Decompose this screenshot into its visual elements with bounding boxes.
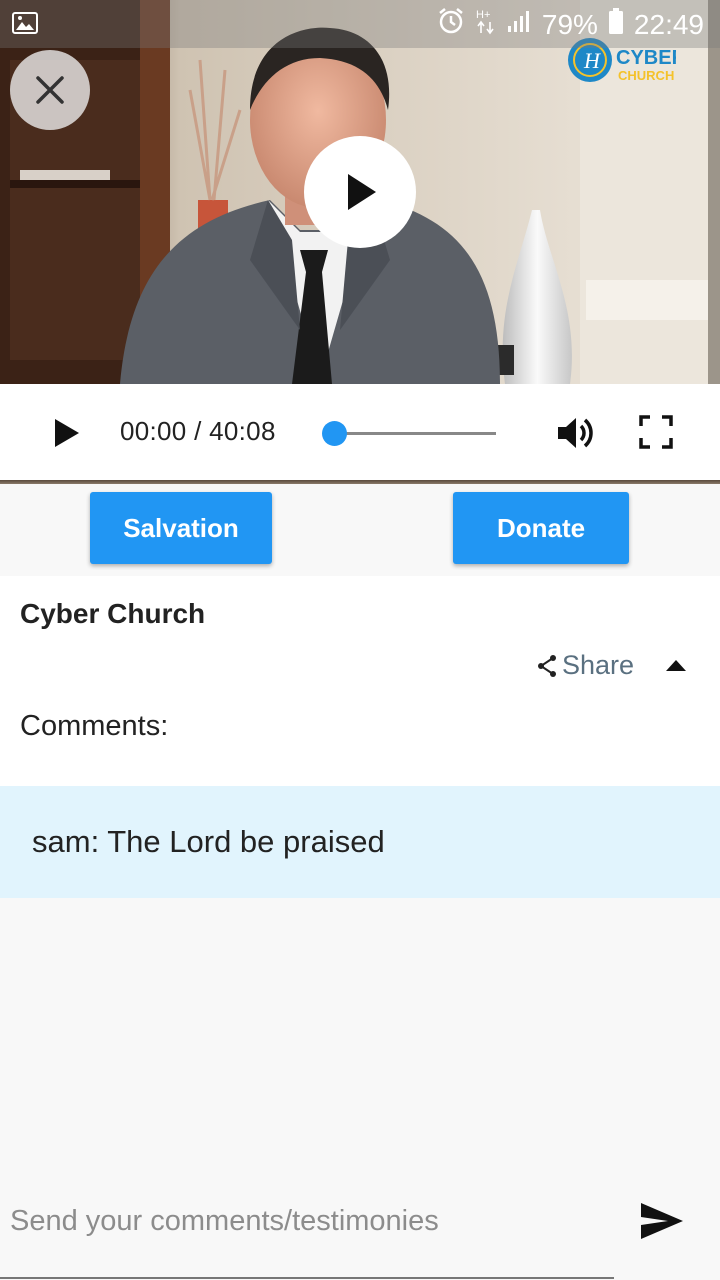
battery-icon	[608, 7, 624, 42]
fullscreen-button[interactable]	[638, 414, 674, 450]
play-icon	[348, 174, 376, 210]
hplus-data-icon: H+	[476, 7, 496, 42]
input-underline	[0, 1277, 614, 1279]
battery-percent: 79%	[541, 8, 598, 40]
share-button[interactable]: Share	[536, 650, 634, 681]
channel-name: Cyber Church	[20, 598, 206, 629]
play-overlay-button[interactable]	[304, 136, 416, 248]
image-icon	[12, 10, 38, 42]
seek-bar[interactable]	[334, 432, 496, 435]
share-icon	[538, 654, 556, 677]
comments-heading: Comments:	[20, 710, 169, 742]
fullscreen-icon	[639, 415, 673, 449]
play-icon	[55, 419, 79, 447]
alarm-icon	[436, 6, 466, 43]
share-label: Share	[562, 650, 635, 680]
salvation-button[interactable]: Salvation	[90, 492, 272, 564]
svg-text:H: H	[583, 48, 601, 73]
close-icon	[36, 76, 64, 104]
svg-text:CYBER: CYBER	[616, 47, 676, 69]
volume-icon	[558, 418, 593, 448]
donate-button[interactable]: Donate	[453, 492, 629, 564]
play-button[interactable]	[48, 415, 84, 451]
seek-thumb[interactable]	[322, 421, 347, 446]
time-display: 00:00 / 40:08	[120, 416, 276, 446]
svg-text:CHURCH: CHURCH	[618, 68, 674, 83]
signal-icon	[506, 8, 532, 41]
volume-button[interactable]	[555, 412, 597, 454]
video-player[interactable]: H CYBER CHURCH H+	[0, 0, 720, 384]
close-button[interactable]	[10, 50, 90, 130]
comment-input[interactable]	[10, 1196, 614, 1246]
collapse-icon[interactable]	[664, 657, 688, 673]
divider	[0, 480, 720, 484]
svg-text:H+: H+	[476, 9, 490, 21]
send-icon	[641, 1203, 683, 1239]
status-time: 22:49	[633, 8, 704, 40]
comment-text: sam: The Lord be praised	[32, 824, 385, 859]
status-bar: H+ 79% 22:49	[0, 0, 720, 48]
send-button[interactable]	[638, 1200, 686, 1242]
